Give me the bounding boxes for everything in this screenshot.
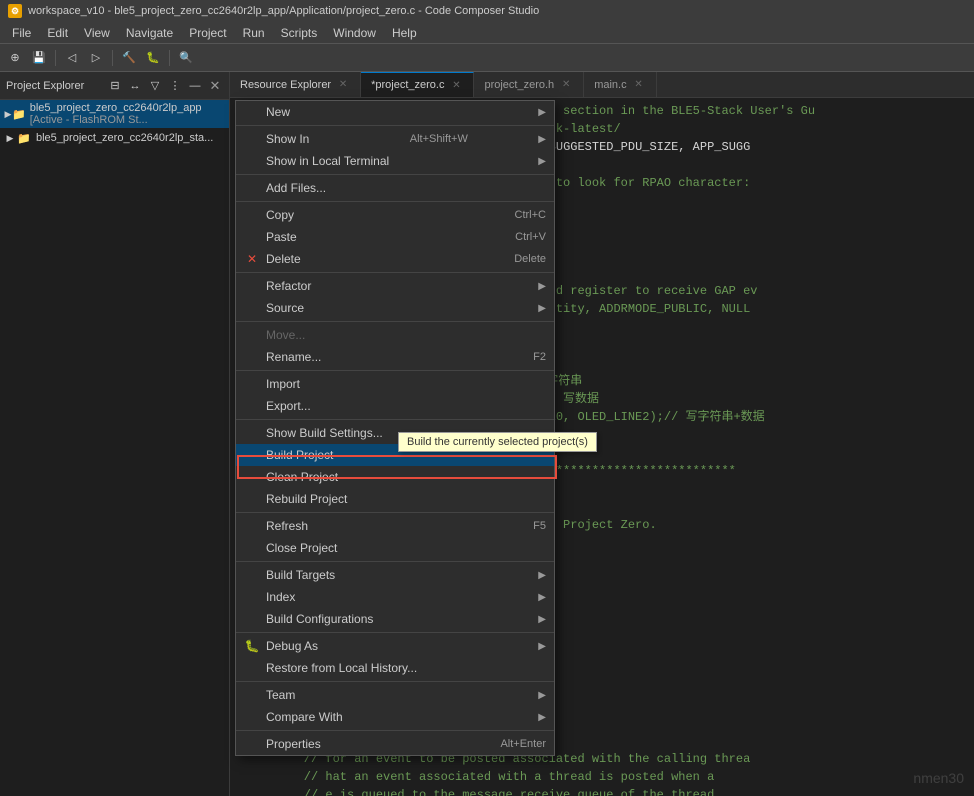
ctx-sep2 [236,201,554,202]
ctx-source[interactable]: Source ▶ [236,297,554,319]
ctx-refactor-label: Refactor [266,279,311,293]
ctx-delete-shortcut: Delete [484,253,546,265]
debug-icon: 🐛 [244,638,260,654]
ctx-source-label: Source [266,301,304,315]
ctx-sep5 [236,370,554,371]
ctx-import-label: Import [266,377,300,391]
ctx-refresh-shortcut: F5 [503,520,546,532]
ctx-team-label: Team [266,688,295,702]
ctx-refactor-arrow: ▶ [538,281,546,292]
ctx-delete[interactable]: ✕ Delete Delete [236,248,554,270]
ctx-paste[interactable]: Paste Ctrl+V [236,226,554,248]
ctx-add-files-label: Add Files... [266,181,326,195]
ctx-show-in-shortcut: Alt+Shift+W [380,133,468,145]
ctx-refresh[interactable]: Refresh F5 [236,515,554,537]
ctx-refresh-label: Refresh [266,519,308,533]
ctx-sep4 [236,321,554,322]
ctx-rebuild-project-label: Rebuild Project [266,492,347,506]
ctx-index-arrow: ▶ [538,592,546,603]
ctx-show-in-label: Show In [266,132,309,146]
ctx-sep11 [236,730,554,731]
ctx-add-files[interactable]: Add Files... [236,177,554,199]
ctx-export[interactable]: Export... [236,395,554,417]
context-menu: New ▶ Show In Alt+Shift+W ▶ Show in Loca… [235,100,555,756]
ctx-build-configs[interactable]: Build Configurations ▶ [236,608,554,630]
ctx-team[interactable]: Team ▶ [236,684,554,706]
ctx-compare-with-label: Compare With [266,710,343,724]
ctx-sep8 [236,561,554,562]
ctx-sep3 [236,272,554,273]
ctx-build-targets[interactable]: Build Targets ▶ [236,564,554,586]
ctx-move-label: Move... [266,328,305,342]
ctx-import[interactable]: Import [236,373,554,395]
ctx-show-local[interactable]: Show in Local Terminal ▶ [236,150,554,172]
ctx-properties-label: Properties [266,737,321,751]
ctx-show-in[interactable]: Show In Alt+Shift+W ▶ [236,128,554,150]
context-menu-overlay[interactable]: New ▶ Show In Alt+Shift+W ▶ Show in Loca… [0,0,974,796]
ctx-debug-as[interactable]: 🐛 Debug As ▶ [236,635,554,657]
ctx-new[interactable]: New ▶ [236,101,554,123]
ctx-build-targets-arrow: ▶ [538,570,546,581]
ctx-debug-as-arrow: ▶ [538,641,546,652]
ctx-team-arrow: ▶ [538,690,546,701]
ctx-sep10 [236,681,554,682]
tooltip: Build the currently selected project(s) [398,432,597,452]
ctx-sep6 [236,419,554,420]
ctx-sep7 [236,512,554,513]
ctx-properties-shortcut: Alt+Enter [470,738,546,750]
ctx-new-label: New [266,105,290,119]
ctx-properties[interactable]: Properties Alt+Enter [236,733,554,755]
ctx-rename-shortcut: F2 [503,351,546,363]
ctx-show-build-label: Show Build Settings... [266,426,383,440]
delete-icon: ✕ [244,251,260,267]
ctx-rename-label: Rename... [266,350,321,364]
ctx-build-project-label: Build Project [266,448,333,462]
ctx-rename[interactable]: Rename... F2 [236,346,554,368]
ctx-copy[interactable]: Copy Ctrl+C [236,204,554,226]
ctx-sep9 [236,632,554,633]
ctx-debug-as-label: Debug As [266,639,318,653]
ctx-index[interactable]: Index ▶ [236,586,554,608]
ctx-paste-shortcut: Ctrl+V [485,231,546,243]
ctx-new-arrow: ▶ [538,107,546,118]
ctx-build-targets-label: Build Targets [266,568,335,582]
ctx-sep1 [236,174,554,175]
ctx-restore-history-label: Restore from Local History... [266,661,417,675]
ctx-compare-with[interactable]: Compare With ▶ [236,706,554,728]
ctx-paste-label: Paste [266,230,297,244]
ctx-sep0 [236,125,554,126]
ctx-compare-with-arrow: ▶ [538,712,546,723]
ctx-index-label: Index [266,590,295,604]
ctx-rebuild-project[interactable]: Rebuild Project [236,488,554,510]
ctx-close-project-label: Close Project [266,541,337,555]
ctx-source-arrow: ▶ [538,303,546,314]
ctx-close-project[interactable]: Close Project [236,537,554,559]
ctx-restore-history[interactable]: Restore from Local History... [236,657,554,679]
ctx-refactor[interactable]: Refactor ▶ [236,275,554,297]
ctx-copy-shortcut: Ctrl+C [485,209,546,221]
ctx-build-configs-arrow: ▶ [538,614,546,625]
ctx-move[interactable]: Move... [236,324,554,346]
ctx-delete-label: Delete [266,252,301,266]
ctx-copy-label: Copy [266,208,294,222]
ctx-build-configs-label: Build Configurations [266,612,373,626]
ctx-show-local-label: Show in Local Terminal [266,154,389,168]
tooltip-text: Build the currently selected project(s) [407,436,588,448]
ctx-show-local-arrow: ▶ [538,156,546,167]
ctx-clean-project[interactable]: Clean Project [236,466,554,488]
ctx-clean-project-label: Clean Project [266,470,338,484]
ctx-show-in-arrow: ▶ [538,134,546,145]
ctx-export-label: Export... [266,399,311,413]
